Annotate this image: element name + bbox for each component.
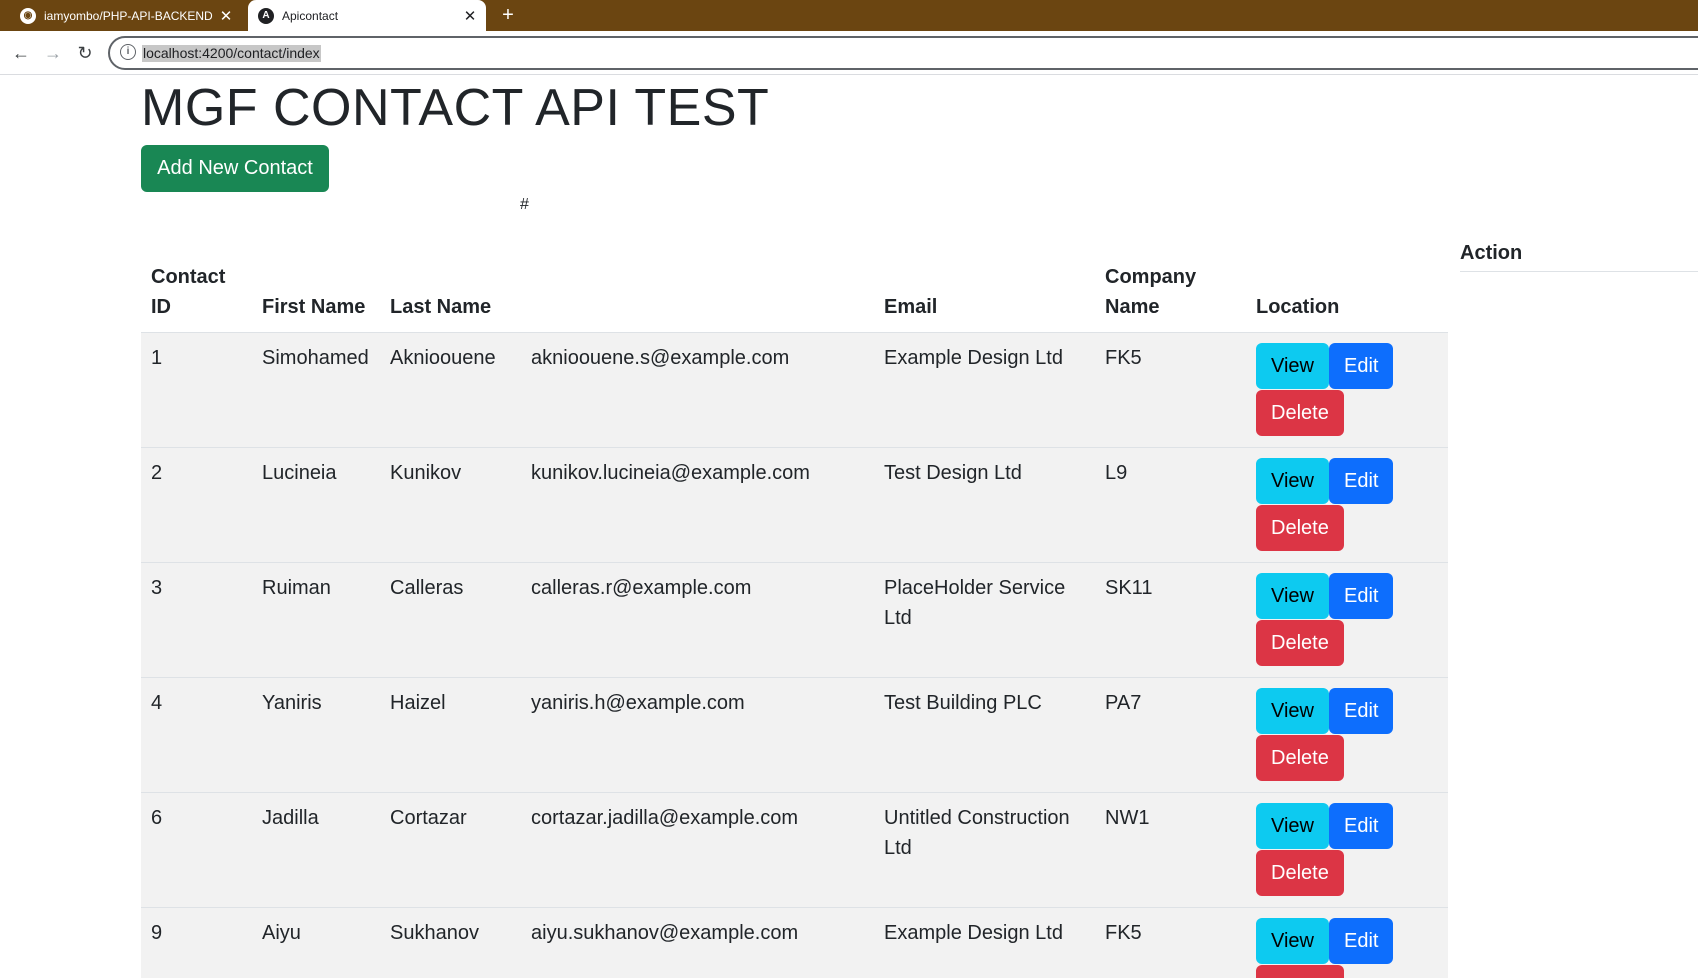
close-tab-icon[interactable]: ✕ [216, 7, 236, 25]
cell-company-name: Test Building PLC [874, 677, 1095, 793]
header-contact-id: Contact ID [141, 196, 252, 333]
header-email: Email [874, 196, 1095, 333]
view-button[interactable]: View [1256, 572, 1329, 619]
cell-company-name: Example Design Ltd [874, 332, 1095, 448]
new-tab-icon[interactable]: + [496, 3, 520, 27]
delete-button[interactable]: Delete [1256, 504, 1344, 551]
cell-company-name: Example Design Ltd [874, 907, 1095, 978]
cell-last-name: Cortazar [380, 792, 521, 908]
cell-first-name: Yaniris [252, 677, 380, 793]
edit-button[interactable]: Edit [1329, 572, 1394, 619]
cell-email: cortazar.jadilla@example.com [521, 792, 874, 908]
delete-button[interactable]: Delete [1256, 389, 1344, 436]
cell-first-name: Lucineia [252, 447, 380, 563]
cell-first-name: Simohamed [252, 332, 380, 448]
delete-button[interactable]: Delete [1256, 964, 1344, 978]
tab-strip: ◉ iamyombo/PHP-API-BACKEND ✕ A Apicontac… [0, 0, 1698, 31]
cell-first-name: Aiyu [252, 907, 380, 978]
cell-email: kunikov.lucineia@example.com [521, 447, 874, 563]
edit-button[interactable]: Edit [1329, 917, 1394, 964]
table-row: 4 Yaniris Haizel yaniris.h@example.com Test … [141, 677, 1448, 793]
cell-last-name: Aknioouene [380, 332, 521, 448]
delete-button[interactable]: Delete [1256, 734, 1344, 781]
browser-toolbar: ← → ↻ i localhost:4200/contact/index [0, 31, 1698, 75]
cell-actions: ViewEditDelete [1246, 907, 1448, 978]
tab-apicontact[interactable]: A Apicontact ✕ [248, 0, 486, 31]
table-row: 6 Jadilla Cortazar cortazar.jadilla@example… [141, 792, 1448, 908]
table-header-row: Contact ID First Name Last Name Email Co… [141, 196, 1448, 333]
info-icon[interactable]: i [120, 44, 136, 60]
cell-contact-id: 1 [141, 332, 252, 448]
address-bar[interactable]: i localhost:4200/contact/index [108, 36, 1698, 70]
contacts-table: Contact ID First Name Last Name Email Co… [141, 196, 1448, 978]
cell-actions: ViewEditDelete [1246, 562, 1448, 678]
header-last-name: Last Name [380, 196, 521, 333]
table-row: 9 Aiyu Sukhanov aiyu.sukhanov@example.com Ex… [141, 907, 1448, 978]
cell-contact-id: 3 [141, 562, 252, 678]
cell-location: NW1 [1095, 792, 1246, 908]
cell-company-name: Untitled Construction Ltd [874, 792, 1095, 908]
url-text[interactable]: localhost:4200/contact/index [142, 45, 321, 62]
edit-button[interactable]: Edit [1329, 687, 1394, 734]
cell-last-name: Sukhanov [380, 907, 521, 978]
edit-button[interactable]: Edit [1329, 802, 1394, 849]
view-button[interactable]: View [1256, 917, 1329, 964]
tab-title: iamyombo/PHP-API-BACKEND [44, 8, 213, 23]
cell-email: yaniris.h@example.com [521, 677, 874, 793]
cell-email: calleras.r@example.com [521, 562, 874, 678]
delete-button[interactable]: Delete [1256, 849, 1344, 896]
cell-last-name: Kunikov [380, 447, 521, 563]
cell-location: PA7 [1095, 677, 1246, 793]
view-button[interactable]: View [1256, 342, 1329, 389]
table-row: 3 Ruiman Calleras calleras.r@example.com Pla… [141, 562, 1448, 678]
cell-location: SK11 [1095, 562, 1246, 678]
cell-last-name: Haizel [380, 677, 521, 793]
view-button[interactable]: View [1256, 687, 1329, 734]
cell-first-name: Ruiman [252, 562, 380, 678]
header-company-name: Company Name [1095, 196, 1246, 333]
cell-actions: ViewEditDelete [1246, 677, 1448, 793]
cell-last-name: Calleras [380, 562, 521, 678]
cell-email: aiyu.sukhanov@example.com [521, 907, 874, 978]
edit-button[interactable]: Edit [1329, 457, 1394, 504]
forward-arrow-icon[interactable]: → [40, 40, 66, 66]
view-button[interactable]: View [1256, 457, 1329, 504]
cell-location: L9 [1095, 447, 1246, 563]
add-new-contact-button[interactable]: Add New Contact [141, 145, 329, 192]
cell-actions: ViewEditDelete [1246, 447, 1448, 563]
cell-email: aknioouene.s@example.com [521, 332, 874, 448]
cell-contact-id: 6 [141, 792, 252, 908]
cell-contact-id: 4 [141, 677, 252, 793]
close-tab-icon[interactable]: ✕ [460, 7, 480, 25]
cell-company-name: Test Design Ltd [874, 447, 1095, 563]
table-row: 1 Simohamed Aknioouene aknioouene.s@example… [141, 332, 1448, 448]
page-title: MGF CONTACT API TEST [141, 79, 770, 137]
cell-contact-id: 9 [141, 907, 252, 978]
header-location: Location [1246, 196, 1448, 333]
delete-button[interactable]: Delete [1256, 619, 1344, 666]
angular-icon: A [258, 7, 274, 24]
header-divider [1460, 271, 1698, 272]
edit-button[interactable]: Edit [1329, 342, 1394, 389]
page-content: MGF CONTACT API TEST Add New Contact # C… [0, 76, 1698, 978]
tab-title: Apicontact [282, 8, 339, 23]
header-first-name: First Name [252, 196, 380, 333]
back-arrow-icon[interactable]: ← [8, 40, 34, 66]
table-row: 2 Lucineia Kunikov kunikov.lucineia@example… [141, 447, 1448, 563]
cell-location: FK5 [1095, 907, 1246, 978]
header-hash [521, 196, 874, 333]
view-button[interactable]: View [1256, 802, 1329, 849]
reload-icon[interactable]: ↻ [72, 40, 98, 66]
tab-github[interactable]: ◉ iamyombo/PHP-API-BACKEND ✕ [10, 0, 242, 31]
cell-first-name: Jadilla [252, 792, 380, 908]
cell-actions: ViewEditDelete [1246, 332, 1448, 448]
header-action: Action [1460, 242, 1523, 264]
github-icon: ◉ [20, 7, 36, 24]
cell-actions: ViewEditDelete [1246, 792, 1448, 908]
cell-contact-id: 2 [141, 447, 252, 563]
cell-company-name: PlaceHolder Service Ltd [874, 562, 1095, 678]
cell-location: FK5 [1095, 332, 1246, 448]
